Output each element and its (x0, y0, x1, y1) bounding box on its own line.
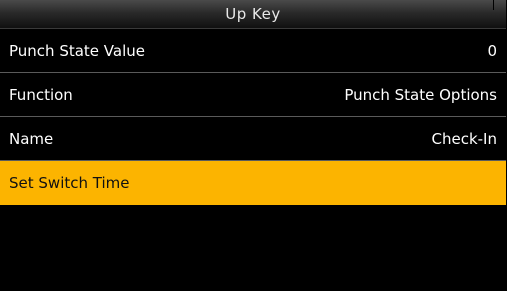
menu-item-label: Set Switch Time (9, 174, 130, 192)
screen-border (506, 0, 507, 291)
menu-item-value: 0 (487, 41, 497, 60)
device-screen: Up Key Punch State Value 0 Function Punc… (0, 0, 506, 291)
menu-item-label: Punch State Value (9, 41, 145, 60)
menu-item-function[interactable]: Function Punch State Options (0, 73, 506, 117)
title-bar: Up Key (0, 0, 506, 29)
menu-item-value: Punch State Options (344, 85, 497, 104)
settings-menu: Punch State Value 0 Function Punch State… (0, 29, 506, 205)
border-tick (493, 0, 494, 10)
menu-item-label: Name (9, 129, 54, 148)
menu-item-value: Check-In (431, 129, 498, 148)
menu-item-set-switch-time[interactable]: Set Switch Time (0, 161, 506, 205)
page-title: Up Key (225, 5, 281, 23)
menu-item-punch-state-value[interactable]: Punch State Value 0 (0, 29, 506, 73)
menu-item-label: Function (9, 85, 73, 104)
menu-item-name[interactable]: Name Check-In (0, 117, 506, 161)
